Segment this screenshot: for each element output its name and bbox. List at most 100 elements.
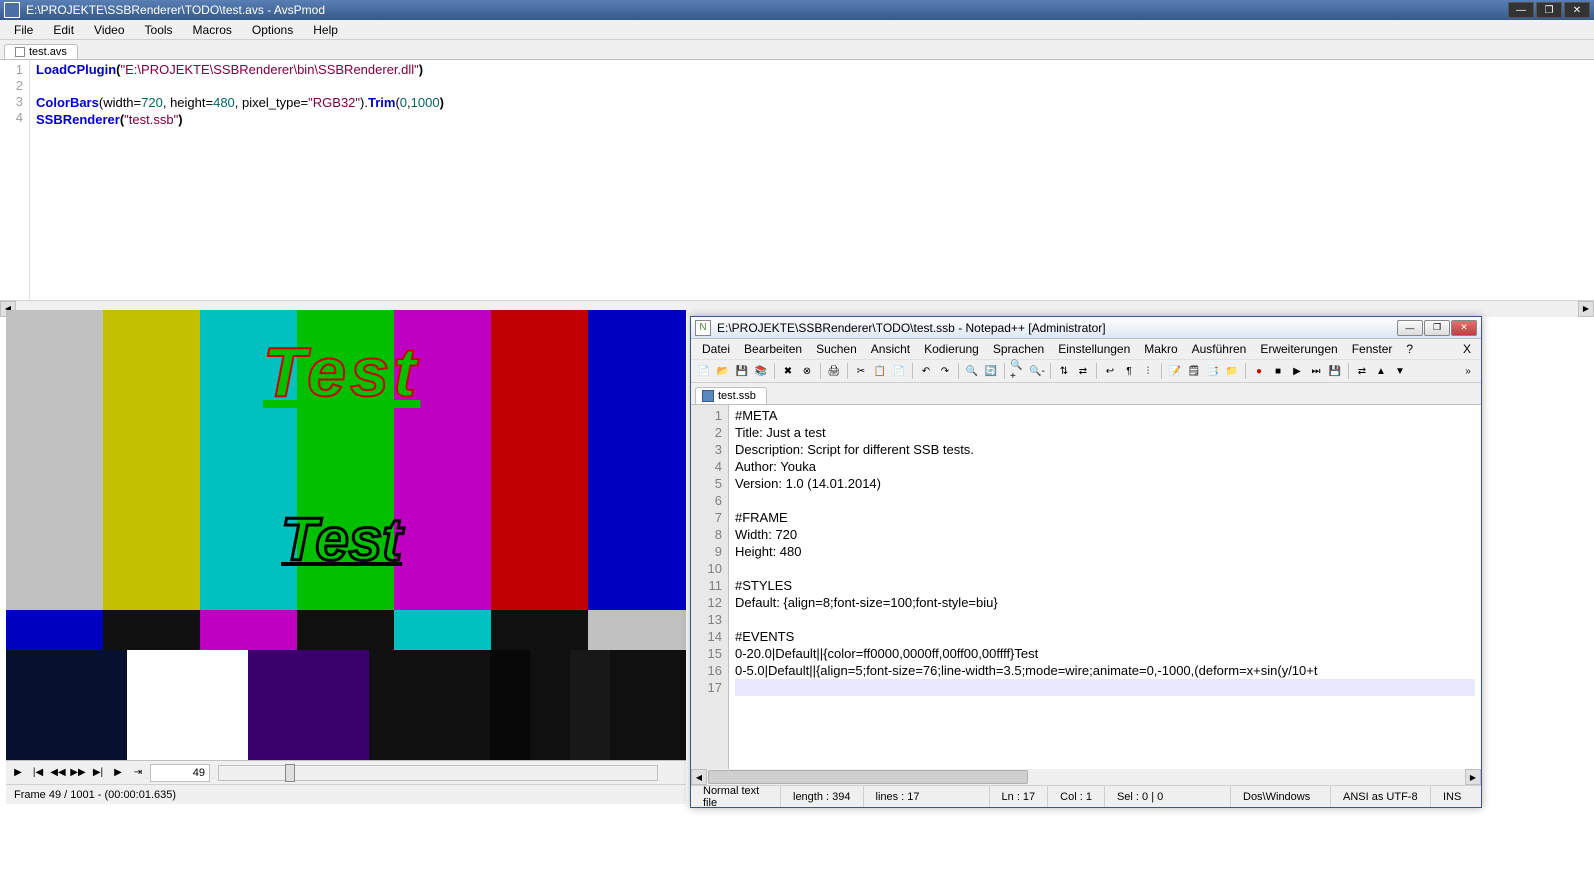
npp-menu-kodierung[interactable]: Kodierung <box>917 341 986 357</box>
play-macro-icon[interactable]: ▶ <box>1288 362 1306 380</box>
code-content[interactable]: LoadCPlugin("E:\PROJEKTE\SSBRenderer\bin… <box>30 60 1594 300</box>
print-icon[interactable]: 🖨 <box>825 362 843 380</box>
redo-icon[interactable]: ↷ <box>936 362 954 380</box>
npp-toolbar: 📄 📂 💾 📚 ✖ ⊗ 🖨 ✂ 📋 📄 ↶ ↷ 🔍 🔄 🔍+ 🔍- ⇅ ⇄ ↩ … <box>691 359 1481 383</box>
npp-mdi-close-button[interactable]: X <box>1457 342 1477 356</box>
step-forward-icon[interactable]: ▶▶ <box>70 765 86 781</box>
npp-scroll-right-button[interactable]: ▶ <box>1465 769 1481 785</box>
menu-macros[interactable]: Macros <box>183 21 242 39</box>
folder-icon[interactable]: 📁 <box>1223 362 1241 380</box>
indent-guide-icon[interactable]: ⫶ <box>1139 362 1157 380</box>
slider-thumb[interactable] <box>285 764 295 782</box>
play-icon[interactable]: ▶ <box>10 765 26 781</box>
replace-icon[interactable]: 🔄 <box>982 362 1000 380</box>
status-filetype: Normal text file <box>691 786 781 807</box>
player-controls: ▶ |◀ ◀◀ ▶▶ ▶| ▶ ⇥ <box>6 760 686 784</box>
npp-titlebar[interactable]: N E:\PROJEKTE\SSBRenderer\TODO\test.ssb … <box>691 317 1481 339</box>
npp-hscroll[interactable]: ◀ ▶ <box>691 769 1481 785</box>
stop-icon[interactable]: ■ <box>1269 362 1287 380</box>
app-icon <box>4 2 20 18</box>
frame-slider[interactable] <box>218 765 658 781</box>
frame-status: Frame 49 / 1001 - (00:00:01.635) <box>14 789 176 801</box>
minimize-button[interactable]: — <box>1508 2 1534 18</box>
npp-menu-bearbeiten[interactable]: Bearbeiten <box>737 341 809 357</box>
menu-tools[interactable]: Tools <box>135 21 183 39</box>
npp-menu-erweiterungen[interactable]: Erweiterungen <box>1253 341 1344 357</box>
npp-scroll-left-button[interactable]: ◀ <box>691 769 707 785</box>
npp-app-icon: N <box>695 320 711 336</box>
func-list-icon[interactable]: 📑 <box>1204 362 1222 380</box>
close-file-icon[interactable]: ✖ <box>779 362 797 380</box>
save-macro-icon[interactable]: 💾 <box>1326 362 1344 380</box>
lang-icon[interactable]: 📝 <box>1166 362 1184 380</box>
toolbar-overflow-icon[interactable]: » <box>1459 362 1477 380</box>
close-all-icon[interactable]: ⊗ <box>798 362 816 380</box>
npp-menu-suchen[interactable]: Suchen <box>809 341 864 357</box>
npp-tab-test-ssb[interactable]: test.ssb <box>695 387 767 404</box>
sync-h-icon[interactable]: ⇄ <box>1074 362 1092 380</box>
npp-menu-datei[interactable]: Datei <box>695 341 737 357</box>
tab-test-avs[interactable]: test.avs <box>4 44 78 59</box>
doc-map-icon[interactable]: 🗒 <box>1185 362 1203 380</box>
npp-menu-einstellungen[interactable]: Einstellungen <box>1051 341 1137 357</box>
wordwrap-icon[interactable]: ↩ <box>1101 362 1119 380</box>
nav-up-icon[interactable]: ▲ <box>1372 362 1390 380</box>
overlay-text-2: Test <box>281 505 402 574</box>
avspmod-menubar: File Edit Video Tools Macros Options Hel… <box>0 20 1594 40</box>
overlay-text-1: Test <box>263 332 420 412</box>
avspmod-statusbar: Frame 49 / 1001 - (00:00:01.635) <box>6 784 686 804</box>
npp-menu-sprachen[interactable]: Sprachen <box>986 341 1051 357</box>
menu-help[interactable]: Help <box>303 21 348 39</box>
avspmod-titlebar[interactable]: E:\PROJEKTE\SSBRenderer\TODO\test.avs - … <box>0 0 1594 20</box>
menu-options[interactable]: Options <box>242 21 303 39</box>
sync-v-icon[interactable]: ⇅ <box>1055 362 1073 380</box>
copy-icon[interactable]: 📋 <box>871 362 889 380</box>
status-sel: Sel : 0 | 0 <box>1105 786 1231 807</box>
paste-icon[interactable]: 📄 <box>890 362 908 380</box>
cut-icon[interactable]: ✂ <box>852 362 870 380</box>
new-file-icon[interactable]: 📄 <box>695 362 713 380</box>
nav-down-icon[interactable]: ▼ <box>1391 362 1409 380</box>
npp-code-content[interactable]: #META Title: Just a test Description: Sc… <box>729 405 1481 769</box>
zoom-out-icon[interactable]: 🔍- <box>1028 362 1046 380</box>
npp-scroll-thumb[interactable] <box>708 770 1028 784</box>
all-chars-icon[interactable]: ¶ <box>1120 362 1138 380</box>
find-icon[interactable]: 🔍 <box>963 362 981 380</box>
npp-menu-help[interactable]: ? <box>1399 341 1420 357</box>
code-editor[interactable]: 1 2 3 4 LoadCPlugin("E:\PROJEKTE\SSBRend… <box>0 60 1594 300</box>
npp-editor[interactable]: 1234567891011121314151617 #META Title: J… <box>691 405 1481 769</box>
goto-end-icon[interactable]: ▶| <box>90 765 106 781</box>
menu-edit[interactable]: Edit <box>43 21 84 39</box>
maximize-button[interactable]: ❐ <box>1536 2 1562 18</box>
external-play-icon[interactable]: ⇥ <box>130 765 146 781</box>
npp-minimize-button[interactable]: — <box>1397 320 1423 336</box>
open-file-icon[interactable]: 📂 <box>714 362 732 380</box>
scroll-right-button[interactable]: ▶ <box>1578 301 1594 317</box>
saved-file-icon <box>702 390 714 402</box>
compare-icon[interactable]: ⇄ <box>1353 362 1371 380</box>
npp-close-button[interactable]: ✕ <box>1451 320 1477 336</box>
record-icon[interactable]: ● <box>1250 362 1268 380</box>
goto-start-icon[interactable]: |◀ <box>30 765 46 781</box>
npp-menu-ausfuehren[interactable]: Ausführen <box>1185 341 1254 357</box>
npp-tab-label: test.ssb <box>718 390 756 402</box>
npp-scroll-track[interactable] <box>1029 769 1465 785</box>
play2-icon[interactable]: ▶ <box>110 765 126 781</box>
play-multi-icon[interactable]: ⏭ <box>1307 362 1325 380</box>
npp-maximize-button[interactable]: ❐ <box>1424 320 1450 336</box>
npp-menu-makro[interactable]: Makro <box>1137 341 1184 357</box>
frame-number-input[interactable] <box>150 764 210 782</box>
video-preview[interactable]: Test Test <box>6 310 686 760</box>
notepadpp-window: N E:\PROJEKTE\SSBRenderer\TODO\test.ssb … <box>690 316 1482 808</box>
zoom-in-icon[interactable]: 🔍+ <box>1009 362 1027 380</box>
menu-file[interactable]: File <box>4 21 43 39</box>
npp-menu-fenster[interactable]: Fenster <box>1345 341 1400 357</box>
step-back-icon[interactable]: ◀◀ <box>50 765 66 781</box>
menu-video[interactable]: Video <box>84 21 134 39</box>
close-button[interactable]: ✕ <box>1564 2 1590 18</box>
npp-menu-ansicht[interactable]: Ansicht <box>864 341 917 357</box>
undo-icon[interactable]: ↶ <box>917 362 935 380</box>
save-icon[interactable]: 💾 <box>733 362 751 380</box>
save-all-icon[interactable]: 📚 <box>752 362 770 380</box>
status-encoding: ANSI as UTF-8 <box>1331 786 1431 807</box>
